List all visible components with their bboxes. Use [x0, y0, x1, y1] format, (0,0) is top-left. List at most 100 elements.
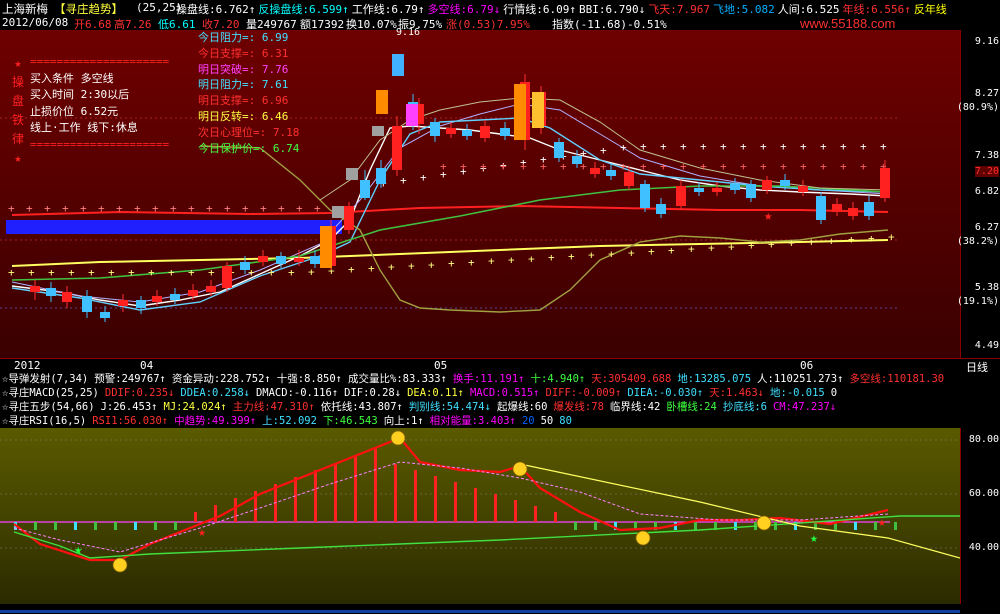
candle[interactable] [30, 286, 40, 292]
candle[interactable] [832, 204, 842, 212]
indicator-name[interactable]: ☆寻庄五步 [2, 401, 50, 413]
peak-price-label: 9.16 [396, 27, 421, 38]
candle[interactable] [712, 188, 722, 192]
header-value: 飞地:5.082 [712, 3, 775, 16]
cross-marker: + [720, 140, 727, 153]
candle[interactable] [170, 294, 180, 300]
cross-marker: + [48, 266, 55, 279]
rsi-panel[interactable]: ★ ★ ★ ★ [0, 428, 960, 604]
cross-marker: + [540, 160, 547, 173]
candle[interactable] [46, 288, 56, 296]
indicator-name[interactable]: 【寻庄趋势】 [54, 1, 123, 17]
highlight-candle[interactable] [320, 226, 332, 268]
price-tick: 4.49 [974, 340, 999, 351]
cross-marker: + [760, 160, 767, 173]
candle[interactable] [746, 184, 756, 198]
rsi-bar [54, 522, 57, 530]
candle[interactable] [188, 290, 198, 296]
candle[interactable] [694, 188, 704, 192]
smiley-icon [756, 515, 772, 531]
cross-marker: + [688, 243, 695, 256]
indicator-value: DEA:0.11↑ [407, 387, 464, 399]
candle[interactable] [118, 300, 128, 306]
candle[interactable] [462, 130, 472, 136]
cross-marker: + [708, 242, 715, 255]
highlight-candle[interactable] [514, 84, 526, 140]
candle[interactable] [222, 266, 232, 288]
cross-marker: + [700, 160, 707, 173]
cross-marker: + [820, 160, 827, 173]
candle[interactable] [392, 126, 402, 170]
blue-band [6, 220, 342, 234]
indicator-name[interactable]: ☆导弹发射 [2, 373, 50, 385]
highlight-candle[interactable] [406, 104, 418, 126]
scroll-track[interactable] [0, 610, 960, 613]
candle[interactable] [430, 122, 440, 136]
candle[interactable] [152, 296, 162, 302]
candle[interactable] [206, 286, 216, 292]
rsi-pink-line [13, 461, 889, 553]
candle[interactable] [762, 180, 772, 190]
level-line: 明日反转=: 6.46 [198, 109, 289, 123]
rsi-bar [134, 522, 137, 530]
header-value: BBI:6.790↓ [578, 3, 646, 16]
candle[interactable] [240, 262, 250, 270]
rsi-tick: 40.00 [968, 542, 999, 553]
highlight-candle[interactable] [532, 92, 544, 128]
candle[interactable] [590, 168, 600, 174]
candle[interactable] [606, 170, 616, 176]
cross-marker: + [648, 245, 655, 258]
candle[interactable] [880, 168, 890, 198]
cross-marker: + [8, 266, 15, 279]
candle[interactable] [676, 186, 686, 206]
cross-marker: + [628, 246, 635, 259]
candle[interactable] [624, 172, 634, 186]
candle[interactable] [554, 142, 564, 158]
indicator-name[interactable]: ☆寻庄MACD [2, 387, 55, 399]
candle[interactable] [780, 180, 790, 186]
price-axis: 9.16 8.27 (80.9%) 7.38 7.20 6.82 6.27 (38.2%) 5.… [957, 30, 1000, 358]
candle[interactable] [360, 180, 370, 198]
trading-rules-box: ★ 操盘铁律 ★ ===================== 买入条件 多空线 买入时间… [8, 54, 188, 182]
indicator-value: J:26.453↑ [100, 401, 158, 413]
candle[interactable] [376, 168, 386, 184]
candle[interactable] [480, 126, 490, 138]
indicator-value: 多空线:110181.30 [849, 373, 945, 385]
indicator-value: DDIF:0.235↓ [104, 387, 175, 399]
candle[interactable] [798, 186, 808, 192]
indicator-value: DIEA:-0.030↑ [627, 387, 704, 399]
candle[interactable] [446, 128, 456, 134]
candle[interactable] [294, 258, 304, 262]
candle[interactable] [258, 256, 268, 262]
cross-marker: + [428, 258, 435, 271]
candle[interactable] [640, 184, 650, 208]
cross-marker: + [828, 234, 835, 247]
cross-marker: + [314, 202, 321, 215]
candle[interactable] [100, 312, 110, 318]
smiley-icon [390, 430, 406, 446]
candle[interactable] [310, 256, 320, 264]
highlight-candle[interactable] [346, 168, 358, 180]
cross-marker: + [888, 231, 895, 244]
stock-name[interactable]: 上海新梅 [2, 1, 48, 17]
candle[interactable] [136, 300, 146, 308]
header-value: 多空线:6.79↓ [427, 3, 501, 16]
candle[interactable] [500, 128, 510, 136]
candle[interactable] [276, 256, 286, 264]
candle[interactable] [864, 202, 874, 216]
candle[interactable] [82, 296, 92, 312]
highlight-candle[interactable] [332, 206, 344, 218]
candle[interactable] [656, 204, 666, 214]
candle[interactable] [816, 196, 826, 220]
highlight-candle[interactable] [376, 90, 388, 114]
highlight-candle[interactable] [392, 54, 404, 76]
indicator-name[interactable]: ☆寻庄RSI [2, 415, 48, 427]
candle[interactable] [730, 184, 740, 190]
main-chart-panel[interactable]: + + + + + + + + + + + + + + + + + + + + + + + + + + + + + + + + + + + + + + + +… [0, 16, 960, 358]
highlight-candle[interactable] [372, 126, 384, 136]
candle[interactable] [572, 156, 582, 164]
rsi-chart[interactable]: ★ ★ ★ ★ [0, 428, 960, 604]
candle[interactable] [344, 206, 354, 230]
candle[interactable] [848, 208, 858, 216]
candle[interactable] [62, 292, 72, 302]
